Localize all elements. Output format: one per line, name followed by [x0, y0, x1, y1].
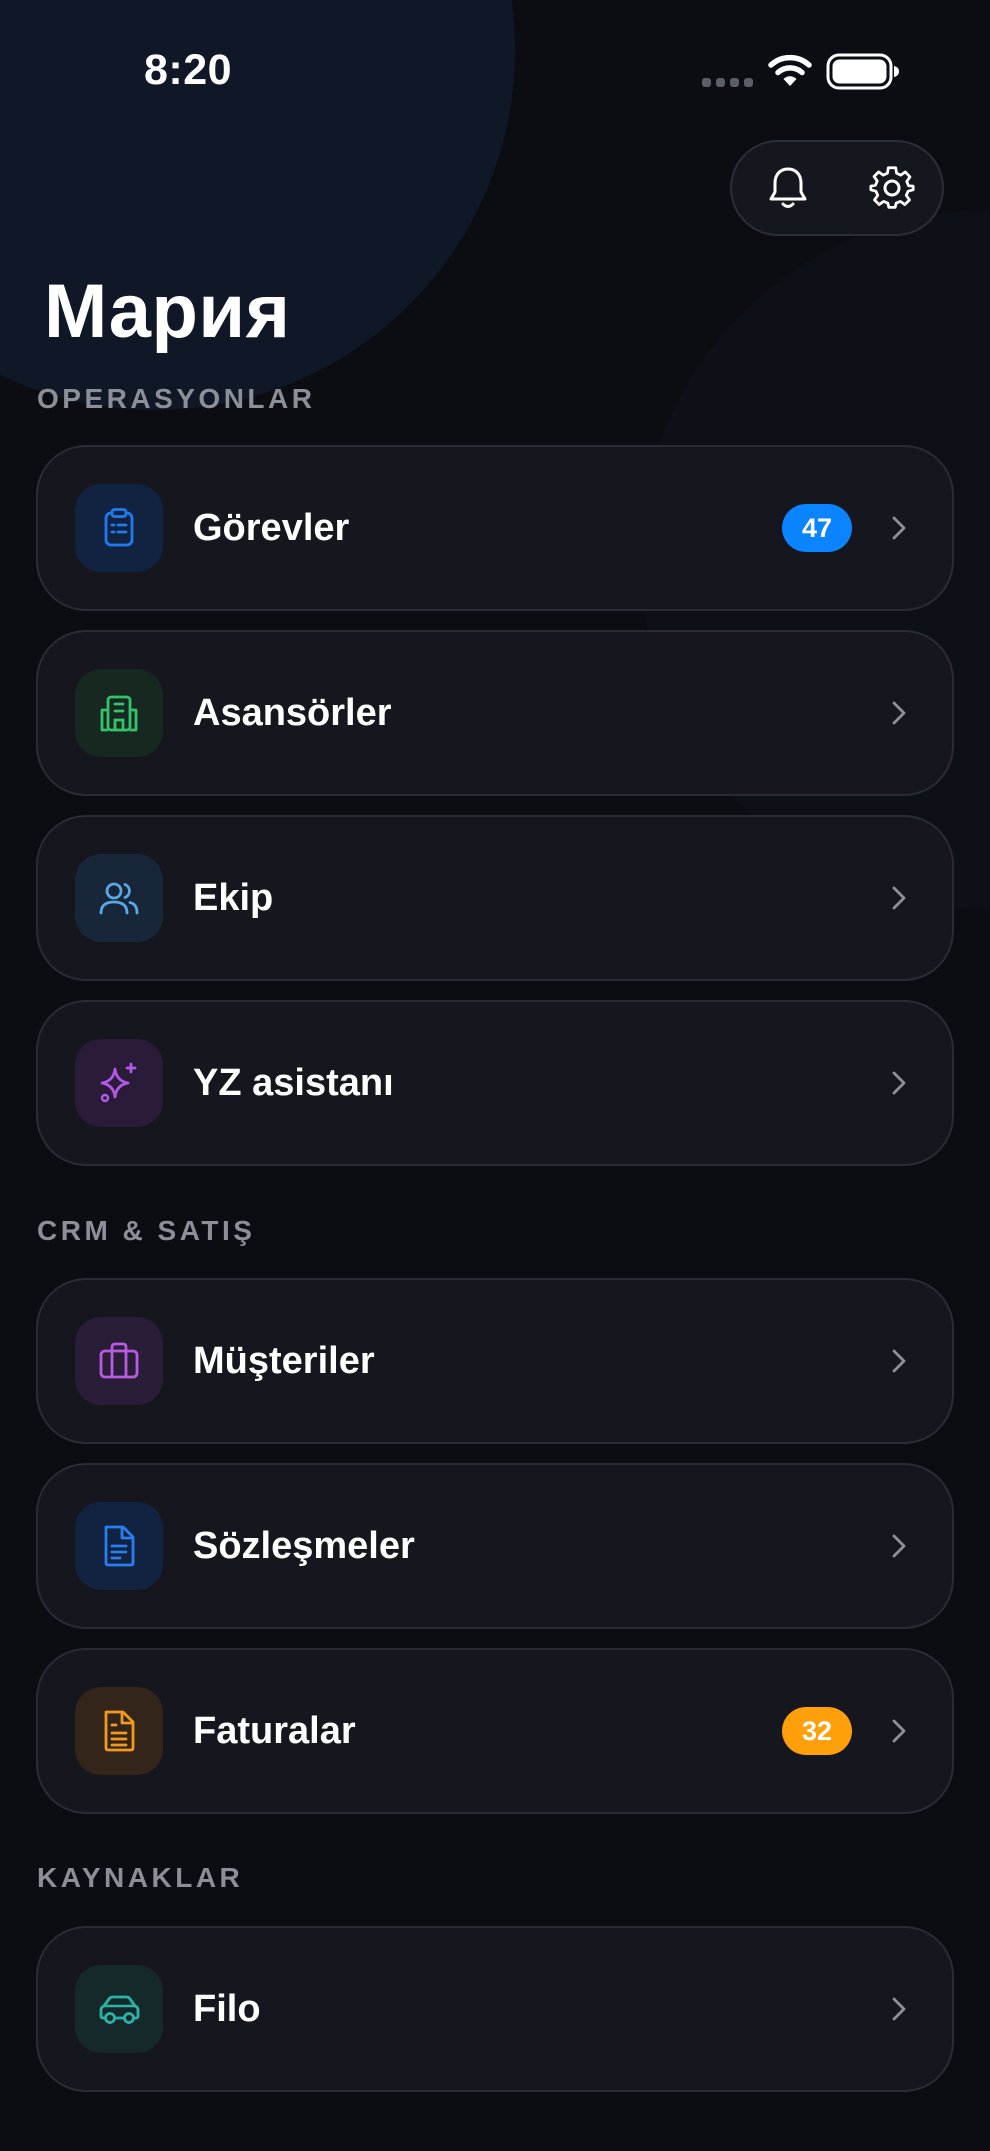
section-label-crm: CRM & SATIŞ — [37, 1215, 256, 1246]
status-time: 8:20 — [144, 46, 233, 94]
gear-icon — [869, 166, 915, 209]
sparkles-icon — [75, 1039, 163, 1127]
invoice-icon — [75, 1687, 163, 1775]
menu-item-label: Müşteriler — [193, 1339, 375, 1382]
battery-icon — [826, 53, 900, 96]
menu-item-invoices[interactable]: Faturalar 32 — [36, 1648, 954, 1814]
menu-item-label: Sözleşmeler — [193, 1524, 415, 1567]
document-icon — [75, 1502, 163, 1590]
chevron-right-icon — [892, 701, 906, 725]
menu-item-tasks[interactable]: Görevler 47 — [36, 445, 954, 611]
chevron-right-icon — [892, 1997, 906, 2021]
clipboard-icon — [75, 484, 163, 572]
bell-icon — [769, 167, 807, 208]
chevron-right-icon — [892, 1534, 906, 1558]
menu-item-label: Asansörler — [193, 691, 392, 734]
count-badge: 32 — [782, 1707, 852, 1755]
menu-item-contracts[interactable]: Sözleşmeler — [36, 1463, 954, 1629]
briefcase-icon — [75, 1317, 163, 1405]
count-badge: 47 — [782, 504, 852, 552]
section-label-operations: OPERASYONLAR — [37, 383, 316, 414]
screen: 8:20 Мария OPERASYONLAR Görevler 47 Asan… — [0, 0, 990, 2151]
chevron-right-icon — [892, 516, 906, 540]
menu-item-label: Ekip — [193, 876, 274, 919]
building-icon — [75, 669, 163, 757]
car-icon — [75, 1965, 163, 2053]
wifi-icon — [768, 54, 812, 93]
header-actions — [730, 140, 944, 236]
chevron-right-icon — [892, 886, 906, 910]
section-label-resources: KAYNAKLAR — [37, 1862, 244, 1893]
settings-button[interactable] — [844, 142, 940, 234]
users-icon — [75, 854, 163, 942]
chevron-right-icon — [892, 1349, 906, 1373]
menu-item-label: Filo — [193, 1987, 261, 2030]
page-title: Мария — [44, 269, 291, 354]
chevron-right-icon — [892, 1719, 906, 1743]
menu-item-customers[interactable]: Müşteriler — [36, 1278, 954, 1444]
chevron-right-icon — [892, 1071, 906, 1095]
menu-item-label: YZ asistanı — [193, 1061, 394, 1104]
menu-item-label: Faturalar — [193, 1709, 356, 1752]
menu-item-team[interactable]: Ekip — [36, 815, 954, 981]
menu-item-fleet[interactable]: Filo — [36, 1926, 954, 2092]
menu-item-elevators[interactable]: Asansörler — [36, 630, 954, 796]
notifications-button[interactable] — [740, 142, 836, 234]
menu-item-ai-assistant[interactable]: YZ asistanı — [36, 1000, 954, 1166]
cellular-signal-icon — [702, 78, 753, 87]
menu-item-label: Görevler — [193, 506, 350, 549]
